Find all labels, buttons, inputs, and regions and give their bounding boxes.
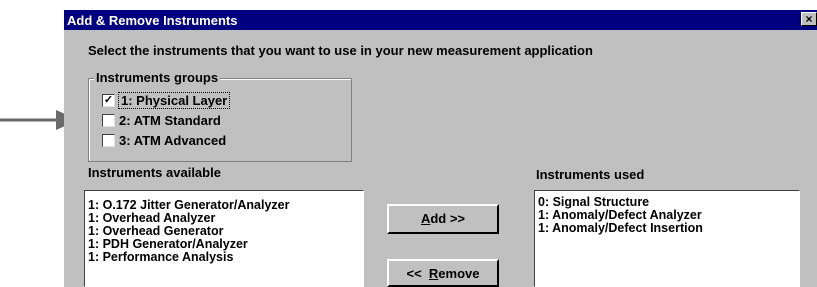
group-label-atm-standard: 2: ATM Standard bbox=[119, 112, 221, 128]
list-item[interactable]: 1: Anomaly/Defect Insertion bbox=[535, 222, 799, 235]
title-bar: Add & Remove Instruments × bbox=[64, 10, 817, 30]
instruments-available-list[interactable]: 1: O.172 Jitter Generator/Analyzer 1: Ov… bbox=[84, 190, 364, 287]
instruments-used-list[interactable]: 0: Signal Structure 1: Anomaly/Defect An… bbox=[534, 190, 800, 287]
group-checkbox-physical-layer[interactable]: ✓ 1: Physical Layer bbox=[102, 91, 231, 109]
dialog-title: Add & Remove Instruments bbox=[67, 13, 238, 28]
checkbox-unchecked-icon[interactable] bbox=[102, 113, 115, 127]
list-item[interactable]: 1: Performance Analysis bbox=[85, 251, 363, 264]
instruments-groups-label: Instruments groups bbox=[94, 70, 221, 85]
instruments-used-label: Instruments used bbox=[536, 167, 645, 182]
close-icon[interactable]: × bbox=[801, 12, 817, 26]
checkbox-unchecked-icon[interactable] bbox=[102, 133, 115, 147]
group-label-atm-advanced: 3: ATM Advanced bbox=[119, 132, 227, 148]
group-checkbox-atm-advanced[interactable]: 3: ATM Advanced bbox=[102, 132, 226, 148]
instruction-text: Select the instruments that you want to … bbox=[88, 43, 593, 58]
add-remove-instruments-dialog: Add & Remove Instruments × Select the in… bbox=[64, 10, 817, 287]
remove-button[interactable]: << Remove bbox=[387, 259, 499, 287]
instruments-available-label: Instruments available bbox=[88, 165, 221, 180]
group-checkbox-atm-standard[interactable]: 2: ATM Standard bbox=[102, 112, 221, 128]
group-label-physical-layer: 1: Physical Layer bbox=[117, 91, 231, 109]
checkbox-checked-icon[interactable]: ✓ bbox=[102, 93, 115, 107]
add-button[interactable]: Add >> bbox=[387, 204, 499, 234]
